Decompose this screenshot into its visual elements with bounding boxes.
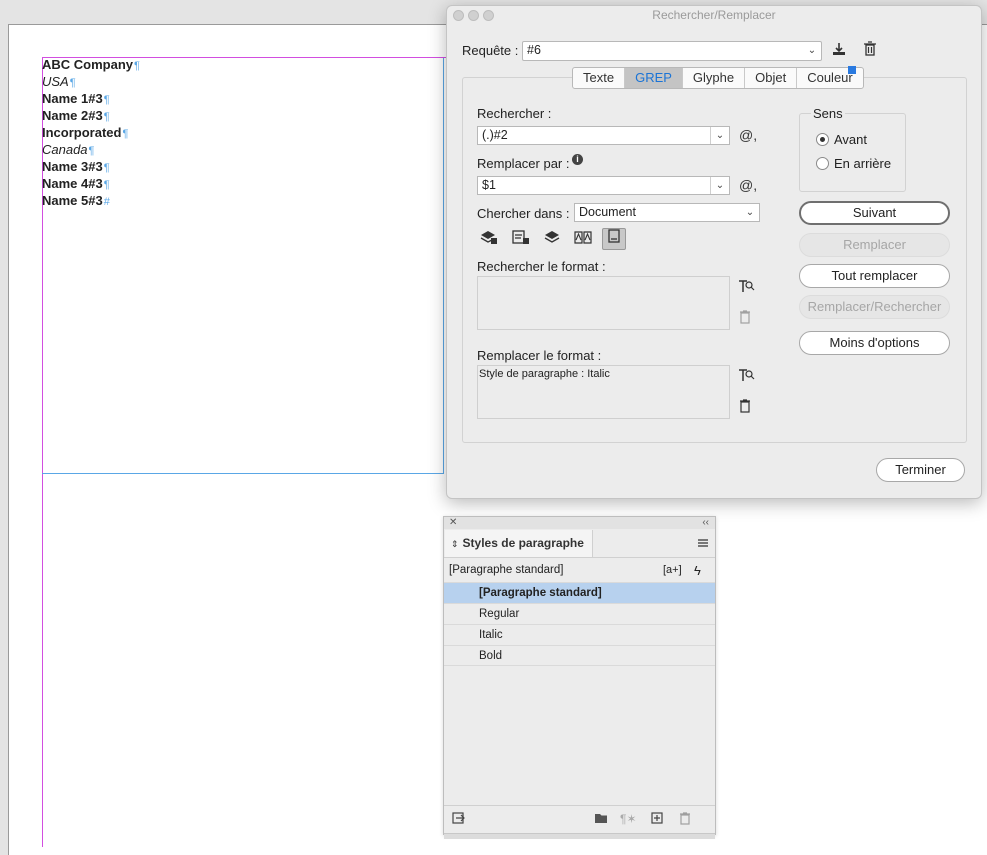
replace-format-label: Remplacer le format : — [477, 348, 602, 363]
search-in-label: Chercher dans : — [477, 206, 570, 221]
tab-grep[interactable]: GREP — [625, 68, 683, 88]
panel-tab-paragraph-styles[interactable]: ⇕ Styles de paragraphe — [445, 530, 593, 557]
style-item[interactable]: Regular — [444, 603, 715, 624]
tab-texte[interactable]: Texte — [573, 68, 626, 88]
doc-line: Incorporated¶ — [42, 125, 129, 140]
include-locked-layers-icon[interactable] — [480, 229, 498, 247]
replace-format-box[interactable]: Style de paragraphe : Italic — [477, 365, 730, 419]
find-field[interactable]: (.)#2 ⌄ — [477, 126, 730, 145]
doc-line: Name 2#3¶ — [42, 108, 110, 123]
query-value: #6 — [527, 43, 541, 57]
sort-arrows-icon: ⇕ — [451, 539, 459, 549]
find-format-box[interactable] — [477, 276, 730, 330]
search-type-tabs: Texte GREP Glyphe Objet Couleur — [572, 67, 864, 89]
doc-line: Name 5#3# — [42, 193, 110, 208]
quick-apply-icon[interactable]: ϟ — [694, 558, 701, 583]
replace-value: $1 — [482, 178, 496, 192]
doc-line: Name 4#3¶ — [42, 176, 110, 191]
delete-style-icon[interactable] — [679, 812, 691, 828]
doc-line: Name 3#3¶ — [42, 159, 110, 174]
chevron-down-icon[interactable]: ⌄ — [710, 177, 729, 194]
replace-field[interactable]: $1 ⌄ — [477, 176, 730, 195]
chevron-down-icon[interactable]: ⌄ — [710, 127, 729, 144]
specify-replace-format-icon[interactable] — [737, 367, 755, 385]
replace-label: Remplacer par : — [477, 156, 570, 171]
current-style-label: [Paragraphe standard] — [449, 564, 564, 576]
style-item[interactable]: [Paragraphe standard] — [444, 582, 715, 603]
include-locked-stories-icon[interactable] — [512, 229, 530, 247]
minimize-window-icon[interactable] — [468, 10, 479, 21]
collapse-panel-icon[interactable]: ‹‹ — [702, 517, 709, 529]
panel-footer: ¶✶ — [444, 805, 715, 834]
direction-backward-label[interactable]: En arrière — [834, 156, 891, 171]
direction-label: Sens — [811, 106, 845, 121]
include-footnotes-icon[interactable] — [602, 228, 626, 250]
specify-find-format-icon[interactable] — [737, 278, 755, 296]
include-master-pages-icon[interactable] — [574, 229, 592, 247]
replace-all-button[interactable]: Tout remplacer — [799, 264, 950, 288]
find-value: (.)#2 — [482, 128, 508, 142]
panel-resize-handle[interactable] — [444, 833, 715, 839]
dialog-titlebar: Rechercher/Remplacer — [447, 6, 981, 24]
zoom-window-icon[interactable] — [483, 10, 494, 21]
clear-find-format-icon[interactable] — [736, 310, 754, 328]
panel-menu-icon[interactable] — [697, 536, 709, 551]
query-label: Requête : — [462, 43, 519, 58]
clear-overrides-icon[interactable]: ¶✶ — [620, 812, 637, 826]
find-format-label: Rechercher le format : — [477, 259, 606, 274]
direction-forward-label[interactable]: Avant — [834, 132, 867, 147]
query-select[interactable]: #6 ⌄ — [522, 41, 822, 61]
doc-line: USA¶ — [42, 74, 76, 89]
delete-query-icon[interactable] — [861, 41, 879, 59]
close-window-icon[interactable] — [453, 10, 464, 21]
load-styles-icon[interactable] — [452, 812, 466, 828]
doc-line: ABC Company¶ — [42, 57, 140, 72]
next-button[interactable]: Suivant — [799, 201, 950, 225]
direction-forward-radio[interactable] — [816, 133, 829, 146]
doc-line: Canada¶ — [42, 142, 95, 157]
special-characters-icon[interactable]: @, — [739, 177, 757, 193]
replace-button[interactable]: Remplacer — [799, 233, 950, 257]
include-hidden-layers-icon[interactable] — [543, 229, 561, 247]
style-list: [Paragraphe standard] Regular Italic Bol… — [444, 582, 715, 666]
find-label: Rechercher : — [477, 106, 552, 121]
focus-marker-icon — [848, 66, 856, 74]
direction-group — [799, 113, 906, 192]
info-icon[interactable]: i — [572, 154, 583, 165]
tab-glyphe[interactable]: Glyphe — [683, 68, 746, 88]
paragraph-styles-panel: ✕ ‹‹ ⇕ Styles de paragraphe [Paragraphe s… — [443, 516, 716, 839]
special-characters-icon[interactable]: @, — [739, 127, 757, 143]
style-item[interactable]: Italic — [444, 624, 715, 645]
style-item[interactable]: Bold — [444, 645, 715, 666]
fewer-options-button[interactable]: Moins d'options — [799, 331, 950, 355]
clear-replace-format-icon[interactable] — [736, 399, 754, 417]
new-style-group-icon[interactable] — [594, 812, 608, 827]
chevron-down-icon: ⌄ — [807, 45, 817, 56]
find-change-dialog: Rechercher/Remplacer Requête : #6 ⌄ Text… — [446, 5, 982, 499]
tab-objet[interactable]: Objet — [745, 68, 798, 88]
direction-backward-radio[interactable] — [816, 157, 829, 170]
doc-line: Name 1#3¶ — [42, 91, 110, 106]
current-style-row: [Paragraphe standard] [a+] ϟ — [444, 557, 715, 582]
close-panel-icon[interactable]: ✕ — [449, 517, 457, 529]
save-query-icon[interactable] — [830, 41, 848, 59]
new-style-from-selection-icon[interactable]: [a+] — [663, 558, 682, 583]
done-button[interactable]: Terminer — [876, 458, 965, 482]
panel-title: Styles de paragraphe — [462, 536, 584, 550]
search-in-select[interactable]: Document ⌄ — [574, 203, 760, 222]
new-style-icon[interactable] — [651, 812, 663, 827]
replace-find-button[interactable]: Remplacer/Rechercher — [799, 295, 950, 319]
dialog-title: Rechercher/Remplacer — [652, 8, 776, 22]
search-in-value: Document — [579, 205, 636, 219]
chevron-down-icon: ⌄ — [745, 207, 755, 218]
document-text[interactable]: ABC Company¶ USA¶ Name 1#3¶ Name 2#3¶ In… — [42, 56, 140, 209]
panel-top-bar: ✕ ‹‹ — [444, 517, 715, 529]
